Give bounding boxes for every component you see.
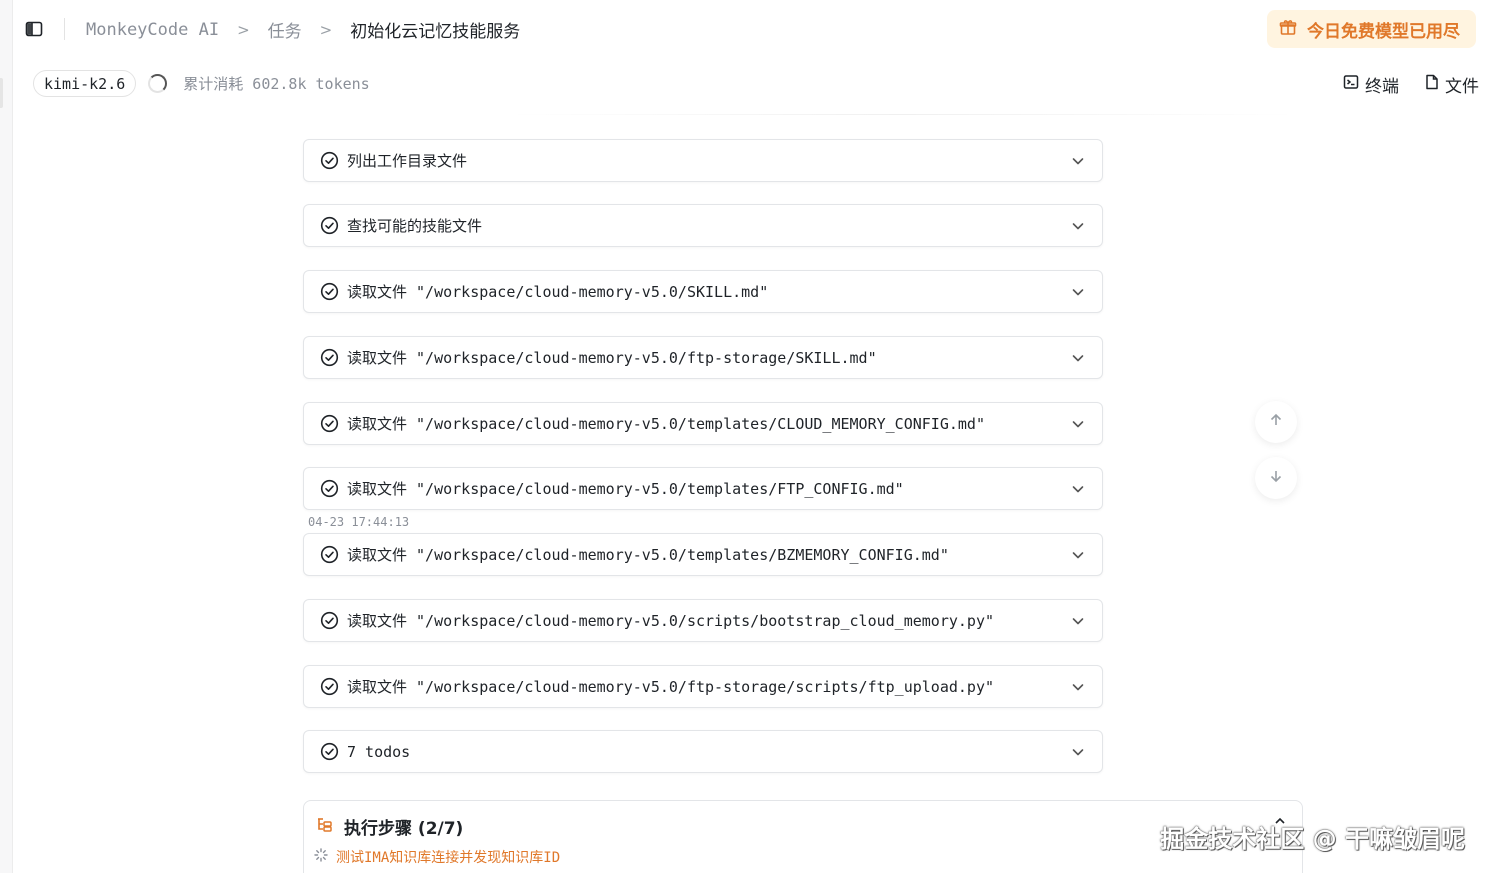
step-card[interactable]: 7 todos <box>303 730 1103 773</box>
check-circle-icon <box>320 282 339 301</box>
chevron-down-icon[interactable] <box>1070 481 1086 497</box>
rail-handle[interactable] <box>0 78 3 108</box>
sidebar-toggle-icon[interactable] <box>24 19 44 39</box>
step-label: 读取文件 "/workspace/cloud-memory-v5.0/ftp-s… <box>347 678 994 696</box>
step-label: 读取文件 "/workspace/cloud-memory-v5.0/templ… <box>347 546 949 564</box>
check-circle-icon <box>320 348 339 367</box>
step-card[interactable]: 读取文件 "/workspace/cloud-memory-v5.0/templ… <box>303 402 1103 445</box>
step-card[interactable]: 读取文件 "/workspace/cloud-memory-v5.0/templ… <box>303 467 1103 510</box>
loading-spinner-icon <box>148 74 168 93</box>
step-label: 读取文件 "/workspace/cloud-memory-v5.0/templ… <box>347 415 985 433</box>
step-card[interactable]: 读取文件 "/workspace/cloud-memory-v5.0/templ… <box>303 533 1103 576</box>
check-circle-icon <box>320 545 339 564</box>
check-circle-icon <box>320 414 339 433</box>
step-label: 读取文件 "/workspace/cloud-memory-v5.0/SKILL… <box>347 283 769 301</box>
step-label: 7 todos <box>347 742 411 761</box>
chevron-down-icon[interactable] <box>1070 350 1086 366</box>
step-card[interactable]: 读取文件 "/workspace/cloud-memory-v5.0/scrip… <box>303 599 1103 642</box>
plan-card: 执行步骤 (2/7) 测试IMA知识库连接并发现知识库ID <box>303 800 1303 873</box>
arrow-down-icon <box>1268 468 1284 488</box>
terminal-label: 终端 <box>1365 77 1399 97</box>
session-meta: kimi-k2.6 累计消耗 602.8k tokens <box>33 70 370 97</box>
token-usage: 累计消耗 602.8k tokens <box>183 75 370 93</box>
right-toolbar: 终端 文件 <box>1343 72 1479 97</box>
plan-current-label: 测试IMA知识库连接并发现知识库ID <box>336 850 561 866</box>
plan-title: 执行步骤 (2/7) <box>344 819 464 839</box>
loader-icon <box>314 848 328 866</box>
chevron-down-icon[interactable] <box>1070 613 1086 629</box>
scroll-up-button[interactable] <box>1255 401 1297 443</box>
breadcrumb: MonkeyCode AI > 任务 > 初始化云记忆技能服务 <box>86 17 521 43</box>
step-card[interactable]: 查找可能的技能文件 <box>303 204 1103 247</box>
chevron-down-icon[interactable] <box>1070 218 1086 234</box>
check-circle-icon <box>320 611 339 630</box>
file-icon <box>1425 74 1439 95</box>
quota-banner[interactable]: 今日免费模型已用尽 <box>1267 10 1476 48</box>
files-button[interactable]: 文件 <box>1425 72 1479 97</box>
breadcrumb-app[interactable]: MonkeyCode AI <box>86 20 219 40</box>
step-label: 读取文件 "/workspace/cloud-memory-v5.0/scrip… <box>347 612 994 630</box>
check-circle-icon <box>320 151 339 170</box>
message-timestamp: 04-23 17:44:13 <box>308 515 410 529</box>
step-label: 读取文件 "/workspace/cloud-memory-v5.0/templ… <box>347 480 904 498</box>
header-divider <box>64 18 65 40</box>
step-card[interactable]: 读取文件 "/workspace/cloud-memory-v5.0/ftp-s… <box>303 665 1103 708</box>
check-circle-icon <box>320 742 339 761</box>
chevron-down-icon[interactable] <box>1070 547 1086 563</box>
step-card[interactable]: 读取文件 "/workspace/cloud-memory-v5.0/ftp-s… <box>303 336 1103 379</box>
files-label: 文件 <box>1445 77 1479 97</box>
chevron-down-icon[interactable] <box>1070 153 1086 169</box>
chevron-right-icon: > <box>237 20 250 39</box>
left-rail <box>0 0 13 873</box>
step-label: 列出工作目录文件 <box>347 152 468 170</box>
gift-icon <box>1279 18 1297 41</box>
quota-text: 今日免费模型已用尽 <box>1307 21 1460 42</box>
watermark: 掘金技术社区 @ 干嘛皱眉呢 <box>1160 825 1465 853</box>
step-card[interactable]: 列出工作目录文件 <box>303 139 1103 182</box>
list-tree-icon <box>316 816 334 838</box>
chevron-down-icon[interactable] <box>1070 416 1086 432</box>
model-badge[interactable]: kimi-k2.6 <box>33 70 137 97</box>
step-label: 查找可能的技能文件 <box>347 217 483 235</box>
plan-header[interactable]: 执行步骤 (2/7) <box>316 814 463 839</box>
breadcrumb-tasks[interactable]: 任务 <box>268 17 302 42</box>
check-circle-icon <box>320 479 339 498</box>
terminal-icon <box>1343 74 1359 95</box>
scroll-down-button[interactable] <box>1255 457 1297 499</box>
plan-current-step: 测试IMA知识库连接并发现知识库ID <box>314 847 560 867</box>
step-card[interactable]: 读取文件 "/workspace/cloud-memory-v5.0/SKILL… <box>303 270 1103 313</box>
chevron-down-icon[interactable] <box>1070 744 1086 760</box>
check-circle-icon <box>320 677 339 696</box>
page-title: 初始化云记忆技能服务 <box>350 22 521 42</box>
chevron-down-icon[interactable] <box>1070 284 1086 300</box>
arrow-up-icon <box>1268 412 1284 432</box>
chevron-down-icon[interactable] <box>1070 679 1086 695</box>
content-divider <box>505 114 1300 115</box>
chevron-right-icon: > <box>319 20 333 39</box>
terminal-button[interactable]: 终端 <box>1343 72 1399 97</box>
step-label: 读取文件 "/workspace/cloud-memory-v5.0/ftp-s… <box>347 349 877 367</box>
check-circle-icon <box>320 216 339 235</box>
